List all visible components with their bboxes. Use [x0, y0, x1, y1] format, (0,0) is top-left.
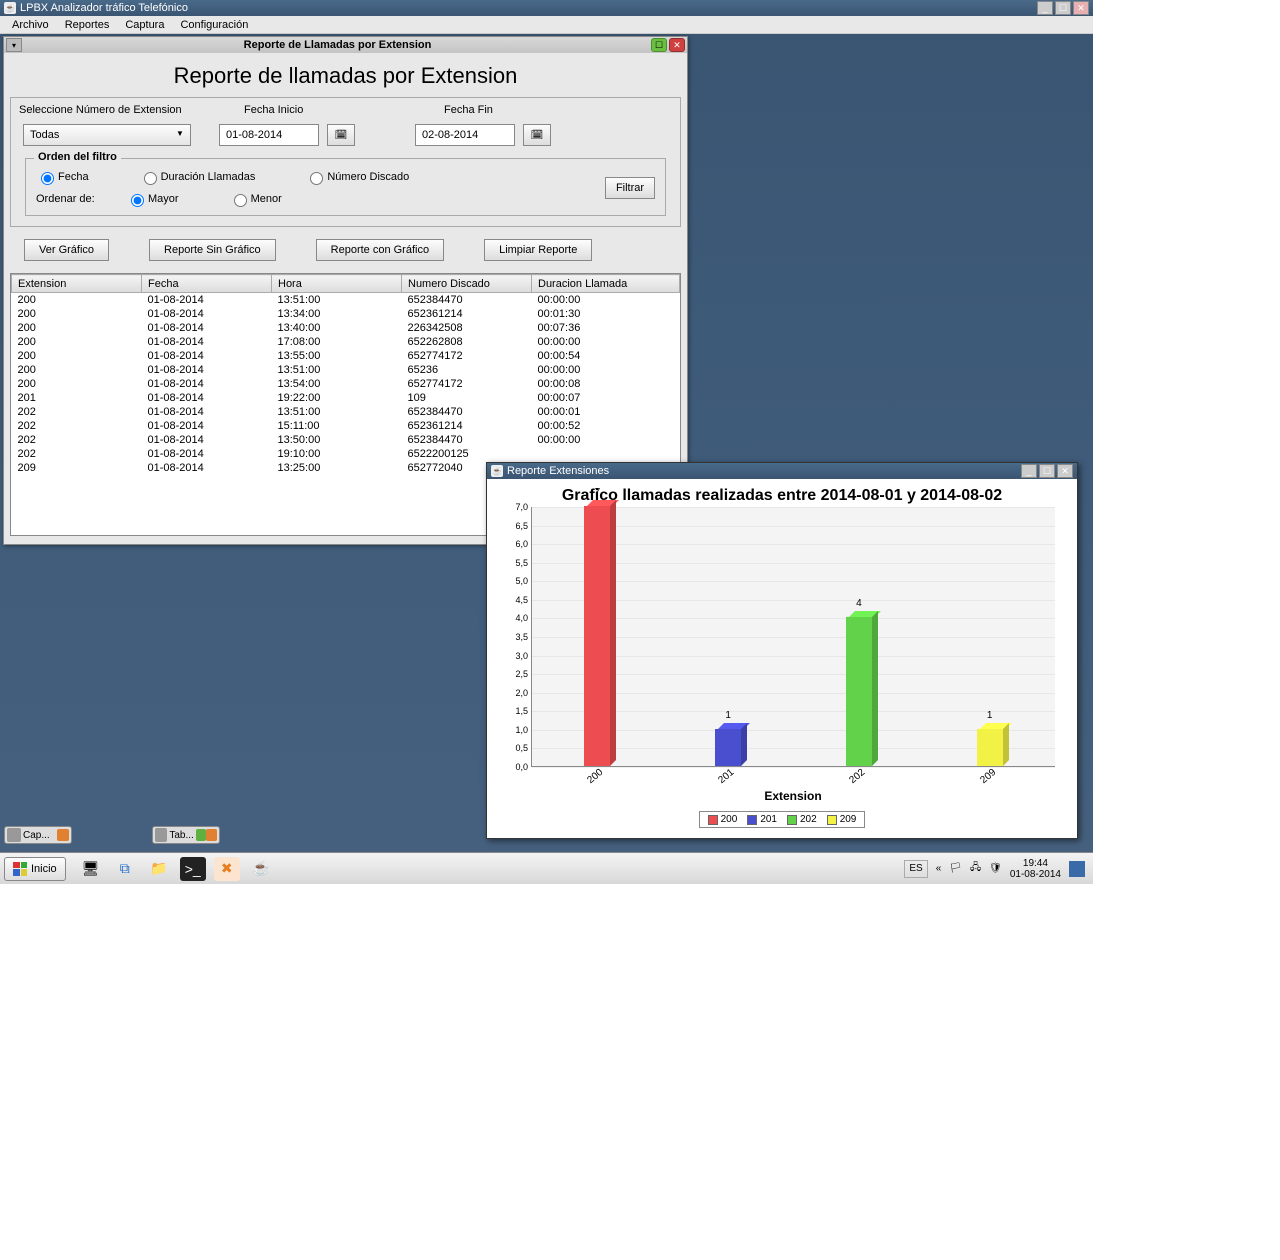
limpiar-reporte-button[interactable]: Limpiar Reporte — [484, 239, 592, 261]
col-numero[interactable]: Numero Discado — [402, 275, 532, 293]
ver-grafico-button[interactable]: Ver Gráfico — [24, 239, 109, 261]
window-icon — [155, 828, 167, 842]
calendar-fin-button[interactable]: 🗓 — [523, 124, 551, 146]
show-desktop-button[interactable] — [1069, 861, 1085, 877]
legend-item: 202 — [787, 814, 817, 825]
taskbar-clock[interactable]: 19:44 01-08-2014 — [1010, 858, 1061, 880]
menu-bar: Archivo Reportes Captura Configuración — [0, 16, 1093, 34]
filter-panel: Seleccione Número de Extension Fecha Ini… — [10, 97, 681, 227]
radio-duracion[interactable]: Duración Llamadas — [139, 169, 256, 185]
explorer-icon[interactable]: 📁 — [146, 857, 172, 881]
table-row[interactable]: 20001-08-201413:55:0065277417200:00:54 — [12, 349, 680, 363]
order-panel: Orden del filtro Fecha Duración Llamadas… — [25, 158, 666, 216]
label-fecha-inicio: Fecha Inicio — [244, 104, 444, 116]
restore-icon — [57, 829, 69, 841]
table-row[interactable]: 20001-08-201413:51:006523600:00:00 — [12, 363, 680, 377]
minimize-button[interactable]: _ — [1037, 1, 1053, 15]
restore-icon — [196, 829, 207, 841]
chart-legend: 200 201 202 209 — [699, 811, 866, 828]
label-ordenar: Ordenar de: — [36, 193, 126, 205]
java-icon[interactable]: ☕ — [248, 857, 274, 881]
frame-close-button[interactable]: ✕ — [669, 38, 685, 52]
java-icon: ☕ — [4, 2, 16, 14]
table-row[interactable]: 20001-08-201413:34:0065236121400:01:30 — [12, 307, 680, 321]
tray-captura[interactable]: Cap... — [4, 826, 72, 844]
chart-window-title: Reporte Extensiones — [507, 465, 609, 477]
flag-icon[interactable]: 🏳 — [949, 863, 962, 874]
table-row[interactable]: 20101-08-201419:22:0010900:00:07 — [12, 391, 680, 405]
menu-archivo[interactable]: Archivo — [4, 19, 57, 31]
chart-close-button[interactable]: ✕ — [1057, 464, 1073, 478]
table-row[interactable]: 20201-08-201413:51:0065238447000:00:01 — [12, 405, 680, 419]
java-icon: ☕ — [491, 465, 503, 477]
radio-mayor[interactable]: Mayor — [126, 191, 179, 207]
tray-tab[interactable]: Tab... — [152, 826, 220, 844]
start-button[interactable]: Inicio — [4, 857, 66, 881]
xampp-icon[interactable]: ✖ — [214, 857, 240, 881]
filtrar-button[interactable]: Filtrar — [605, 177, 655, 199]
col-fecha[interactable]: Fecha — [142, 275, 272, 293]
table-row[interactable]: 20201-08-201419:10:006522200125 — [12, 447, 680, 461]
close-button[interactable]: ✕ — [1073, 1, 1089, 15]
taskbar-icon[interactable]: 🖥 — [78, 857, 104, 881]
legend-item: 201 — [747, 814, 777, 825]
systray-icon[interactable]: « — [936, 863, 942, 874]
frame-title: Reporte de Llamadas por Extension — [26, 39, 649, 51]
col-duracion[interactable]: Duracion Llamada — [532, 275, 680, 293]
chart-xlabel: Extension — [531, 789, 1055, 803]
restore-icon — [206, 829, 217, 841]
maximize-button[interactable]: ☐ — [1055, 1, 1071, 15]
label-fecha-fin: Fecha Fin — [444, 104, 493, 116]
frame-menu-button[interactable]: ▾ — [6, 38, 22, 52]
table-row[interactable]: 20001-08-201413:51:0065238447000:00:00 — [12, 293, 680, 307]
app-title: LPBX Analizador tráfico Telefónico — [20, 2, 188, 14]
chart-plot: 0,00,51,01,52,02,53,03,54,04,55,05,56,06… — [531, 507, 1055, 767]
table-row[interactable]: 20001-08-201413:54:0065277417200:00:08 — [12, 377, 680, 391]
reporte-sin-grafico-button[interactable]: Reporte Sin Gráfico — [149, 239, 276, 261]
legend-item: 209 — [827, 814, 857, 825]
taskbar: Inicio 🖥 ⧉ 📁 >_ ✖ ☕ ES « 🏳 🖧 🛡 19:44 01-… — [0, 852, 1093, 884]
app-title-bar: ☕ LPBX Analizador tráfico Telefónico _ ☐… — [0, 0, 1093, 16]
table-row[interactable]: 20201-08-201413:50:0065238447000:00:00 — [12, 433, 680, 447]
fecha-fin-input[interactable] — [415, 124, 515, 146]
frame-maximize-button[interactable]: ☐ — [651, 38, 667, 52]
legend-item: 200 — [708, 814, 738, 825]
table-row[interactable]: 20001-08-201417:08:0065226280800:00:00 — [12, 335, 680, 349]
taskbar-icon[interactable]: ⧉ — [112, 857, 138, 881]
label-extension: Seleccione Número de Extension — [19, 104, 244, 116]
calendar-inicio-button[interactable]: 🗓 — [327, 124, 355, 146]
chart-minimize-button[interactable]: _ — [1021, 464, 1037, 478]
window-icon — [7, 828, 21, 842]
windows-logo-icon — [13, 862, 27, 876]
order-legend: Orden del filtro — [34, 151, 121, 163]
menu-captura[interactable]: Captura — [117, 19, 172, 31]
fecha-inicio-input[interactable] — [219, 124, 319, 146]
report-heading: Reporte de llamadas por Extension — [4, 53, 687, 97]
menu-reportes[interactable]: Reportes — [57, 19, 118, 31]
radio-numero[interactable]: Número Discado — [305, 169, 409, 185]
terminal-icon[interactable]: >_ — [180, 857, 206, 881]
reporte-con-grafico-button[interactable]: Reporte con Gráfico — [316, 239, 444, 261]
desktop-tray: Cap... Tab... — [4, 826, 220, 844]
radio-menor[interactable]: Menor — [229, 191, 282, 207]
table-row[interactable]: 20001-08-201413:40:0022634250800:07:36 — [12, 321, 680, 335]
radio-fecha[interactable]: Fecha — [36, 169, 89, 185]
chart-window: ☕ Reporte Extensiones _ ☐ ✕ Grafico llam… — [486, 462, 1078, 839]
language-indicator[interactable]: ES — [904, 860, 927, 878]
shield-icon[interactable]: 🛡 — [989, 863, 1002, 874]
chart-maximize-button[interactable]: ☐ — [1039, 464, 1055, 478]
col-hora[interactable]: Hora — [272, 275, 402, 293]
col-extension[interactable]: Extension — [12, 275, 142, 293]
table-row[interactable]: 20201-08-201415:11:0065236121400:00:52 — [12, 419, 680, 433]
network-icon[interactable]: 🖧 — [970, 860, 981, 877]
extension-select[interactable]: Todas — [23, 124, 191, 146]
menu-config[interactable]: Configuración — [172, 19, 256, 31]
